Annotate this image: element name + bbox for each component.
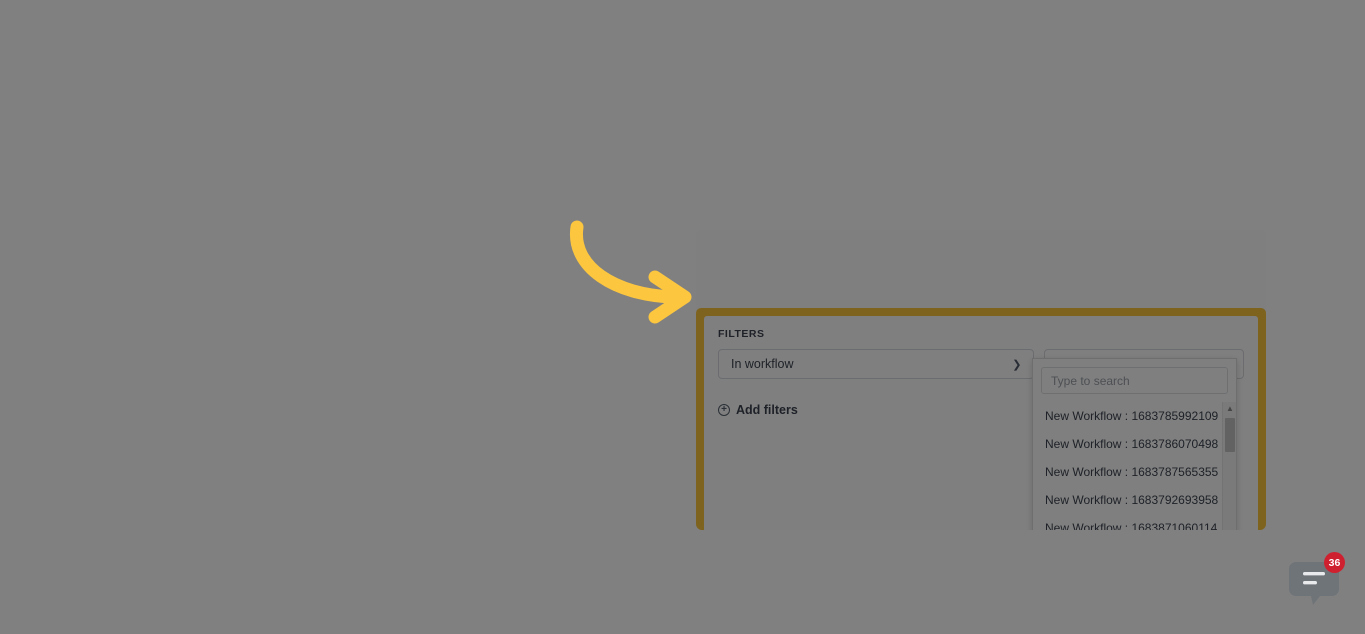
list-item[interactable]: New Workflow : 1687164635299 (1033, 542, 1222, 570)
tab-builder-label: Builder (597, 51, 639, 66)
choose-trigger-label: CHOOSE A WORKFLOW TRIGGER (712, 100, 1341, 112)
zoom-out-button[interactable]: − (10, 124, 34, 150)
save-trigger-label: Save Trigger (1262, 598, 1333, 612)
screen: ❮ Back to Workflows New Workflow : 1689 … (0, 0, 1365, 634)
tab-builder[interactable]: Builder (597, 40, 639, 78)
zoom-controls: + − 100% (10, 94, 34, 165)
filters-label: FILTERS (718, 328, 1244, 340)
cancel-button[interactable]: Cancel (1159, 590, 1232, 620)
scrollbar-thumb[interactable] (1225, 418, 1235, 452)
trigger-name-label: WORKFLOW TRIGGER NAME (712, 168, 1341, 180)
dropdown-scrollbar[interactable]: ▲ ▼ (1222, 402, 1236, 587)
choose-trigger-select[interactable]: Email Events ❯ (712, 119, 1341, 151)
dropdown-option-list[interactable]: New Workflow : 1683785992109 New Workflo… (1033, 402, 1222, 587)
save-trigger-button[interactable]: Save Trigger (1244, 589, 1351, 621)
close-icon[interactable]: ✕ (1325, 18, 1347, 40)
cancel-label: Cancel (1176, 598, 1215, 612)
list-item[interactable]: New Workflow : 1683786070498 (1033, 430, 1222, 458)
list-item[interactable]: New Workflow : 1683792693958 (1033, 486, 1222, 514)
chevron-down-icon: ❯ (1319, 129, 1328, 142)
workflow-app: ❮ Back to Workflows New Workflow : 1689 … (0, 0, 1365, 634)
list-item[interactable]: New Workflow : 1683785992109 (1033, 402, 1222, 430)
trigger-name-input[interactable]: Email Events (712, 187, 1341, 219)
list-item[interactable]: New Workflow : 1683871060114 (1033, 514, 1222, 542)
caret-up-icon[interactable]: ▲ (1223, 402, 1237, 416)
modal-subtitle: Adds a workflow trigger, and on executio… (712, 39, 1341, 51)
trash-icon[interactable] (1342, 356, 1357, 372)
trigger-name-value: Email Events (725, 196, 798, 210)
choose-trigger-value: Email Events (725, 128, 798, 142)
chevron-down-icon: ❯ (1012, 358, 1021, 371)
zoom-level-label: 100% (10, 154, 34, 165)
dropdown-search-input[interactable]: Type to search (1041, 367, 1228, 394)
workflow-options-dropdown: Type to search New Workflow : 1683785992… (1032, 358, 1237, 588)
workflow-trigger-modal: Workflow Trigger Adds a workflow trigger… (694, 0, 1365, 634)
filters-highlight-box: FILTERS In workflow ❯ Select ▲▼ (696, 308, 1266, 608)
add-filters-label: Add filters (736, 403, 798, 417)
modal-body: CHOOSE A WORKFLOW TRIGGER Email Events ❯… (694, 78, 1365, 575)
modal-footer: Cancel Save Trigger (694, 575, 1365, 634)
modal-title: Workflow Trigger (712, 16, 1341, 32)
filters-panel: FILTERS In workflow ❯ Select ▲▼ (704, 316, 1258, 600)
list-item[interactable]: New Workflow : 1683787565355 (1033, 458, 1222, 486)
filter-field-value: In workflow (731, 357, 794, 371)
dropdown-search-placeholder: Type to search (1051, 374, 1130, 388)
modal-header: Workflow Trigger Adds a workflow trigger… (694, 0, 1365, 78)
zoom-in-button[interactable]: + (10, 94, 34, 120)
filter-field-select[interactable]: In workflow ❯ (718, 349, 1034, 379)
plus-circle-icon: + (718, 404, 730, 416)
